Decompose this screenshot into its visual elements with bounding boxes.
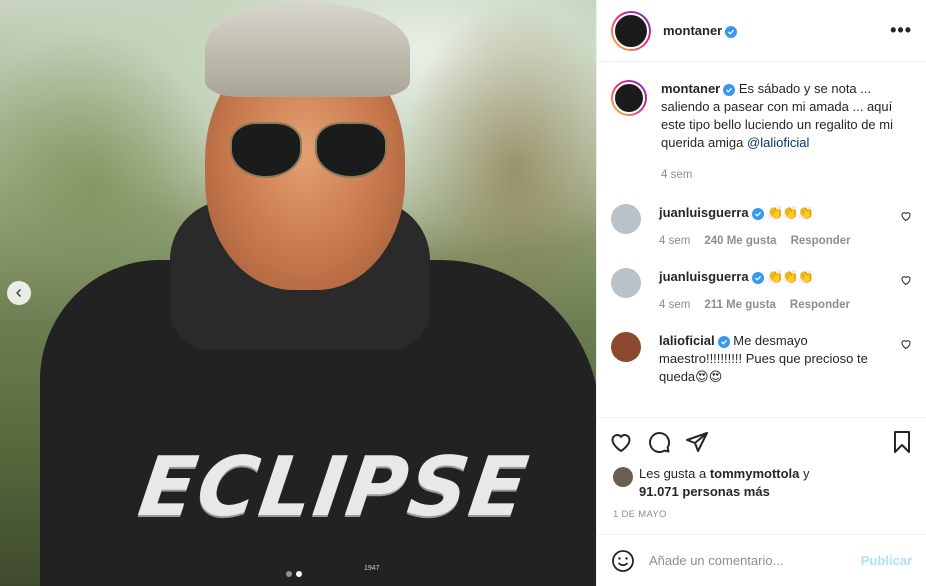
share-send-icon[interactable] [685, 430, 709, 454]
verified-badge-icon [751, 272, 764, 284]
caption-username[interactable]: montaner [661, 81, 720, 96]
sunglasses-lens-right [315, 122, 387, 178]
likes-others-count[interactable]: 91.071 personas más [639, 484, 770, 499]
likes-summary: Les gusta a tommymottola y 91.071 person… [597, 465, 926, 501]
verified-badge-icon [723, 84, 736, 96]
liker-username[interactable]: tommymottola [710, 466, 800, 481]
author-username-wrap: montaner [663, 23, 738, 38]
comment-item: juanluisguerra 👏👏👏 4 sem 240 Me gusta Re… [611, 204, 912, 250]
sunglasses-lens-left [230, 122, 302, 178]
comment-text: 👏👏👏 [767, 205, 814, 220]
comment-timestamp[interactable]: 4 sem [659, 296, 690, 314]
comment-like-heart-icon[interactable] [900, 274, 912, 286]
post-actions-bar [597, 417, 926, 465]
carousel-dot [286, 571, 292, 577]
comments-list: montaner Es sábado y se nota ... saliend… [597, 62, 926, 417]
verified-badge-icon [751, 208, 764, 220]
commenter-avatar[interactable] [611, 268, 641, 298]
comment-timestamp[interactable]: 4 sem [659, 232, 690, 250]
comment-input[interactable] [649, 553, 861, 568]
hair [205, 2, 410, 97]
comment-like-heart-icon[interactable] [900, 338, 912, 350]
carousel-dot-active [296, 571, 302, 577]
comment-username[interactable]: juanluisguerra [659, 205, 749, 220]
post-image[interactable]: ECLIPSE 1947 [0, 0, 596, 586]
save-bookmark-icon[interactable] [890, 430, 914, 454]
comment-item: juanluisguerra 👏👏👏 4 sem 211 Me gusta Re… [611, 268, 912, 314]
commenter-avatar[interactable] [611, 332, 641, 362]
caption-timestamp[interactable]: 4 sem [661, 166, 692, 184]
author-avatar[interactable] [611, 10, 651, 51]
like-heart-icon[interactable] [609, 430, 633, 454]
comment-reply-button[interactable]: Responder [790, 296, 850, 314]
likes-prefix: Les gusta a [639, 466, 707, 481]
shirt-print-text: ECLIPSE [133, 440, 535, 535]
carousel-indicator [286, 571, 302, 577]
likes-connector: y [803, 466, 810, 481]
comment-composer: Publicar [597, 534, 926, 586]
comment-text: 👏👏👏 [767, 269, 814, 284]
liker-avatar[interactable] [613, 467, 633, 487]
comment-username[interactable]: juanluisguerra [659, 269, 749, 284]
chevron-left-icon [15, 288, 22, 298]
more-options-icon[interactable]: ••• [890, 20, 912, 41]
caption: montaner Es sábado y se nota ... saliend… [611, 80, 912, 184]
comment-like-heart-icon[interactable] [900, 210, 912, 222]
verified-badge-icon [717, 336, 730, 348]
carousel-prev-button[interactable] [7, 281, 31, 305]
publish-button[interactable]: Publicar [861, 553, 912, 568]
comment-bubble-icon[interactable] [647, 430, 671, 454]
commenter-avatar[interactable] [611, 204, 641, 234]
post-side-panel: montaner ••• montaner Es sábado y se not… [596, 0, 926, 586]
comment-like-count[interactable]: 240 Me gusta [704, 232, 776, 250]
emoji-smiley-icon[interactable] [611, 549, 635, 573]
comment-item: lalioficial Me desmayo maestro!!!!!!!!!!… [611, 332, 912, 386]
comment-reply-button[interactable]: Responder [791, 232, 851, 250]
verified-badge-icon [725, 26, 738, 38]
post-header: montaner ••• [597, 0, 926, 62]
post-date[interactable]: 1 DE MAYO [597, 501, 926, 520]
shirt-year-text: 1947 [364, 565, 380, 572]
author-avatar-small[interactable] [611, 80, 647, 116]
author-username[interactable]: montaner [663, 23, 722, 38]
caption-mention-link[interactable]: @lalioficial [747, 135, 809, 150]
comment-username[interactable]: lalioficial [659, 333, 715, 348]
comment-like-count[interactable]: 211 Me gusta [704, 296, 776, 314]
